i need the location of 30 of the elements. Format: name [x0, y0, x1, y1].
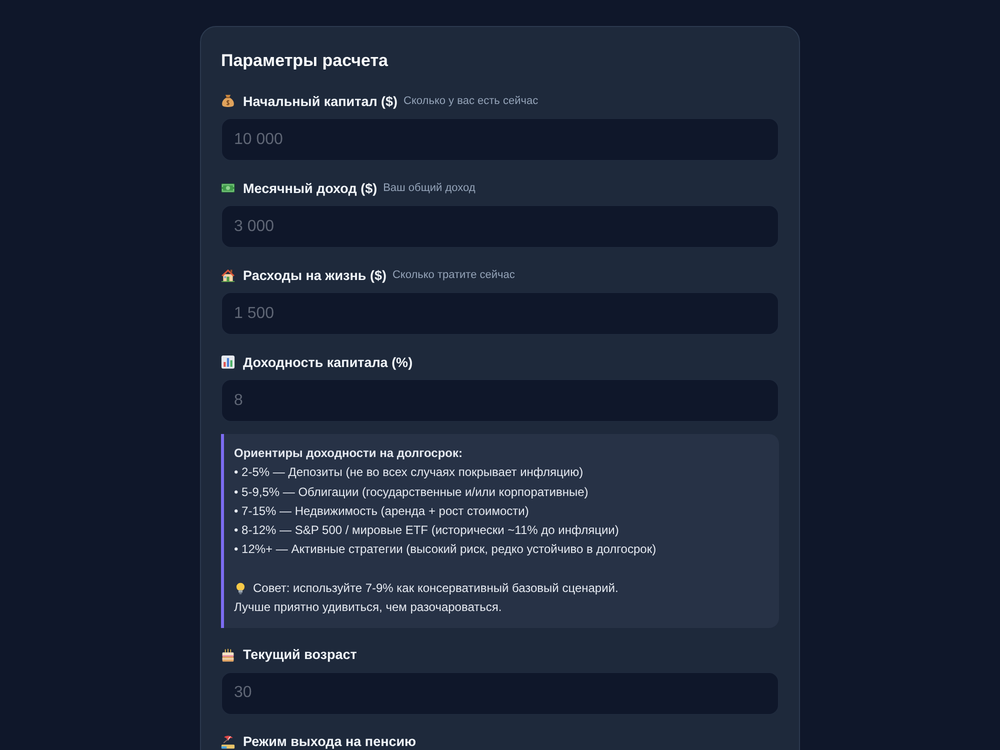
banknote-icon	[221, 181, 235, 195]
input-field[interactable]: 10 000	[221, 118, 779, 161]
beach-umbrella-icon	[221, 734, 235, 749]
field-label: Доходность капитала (%)	[243, 354, 413, 370]
panel-title: Параметры расчета	[221, 50, 390, 72]
input-field[interactable]: 30	[221, 672, 779, 715]
input-field[interactable]: 8	[221, 379, 779, 422]
note-title: Ориентиры доходности на долгосрок:	[234, 445, 462, 462]
bar-chart-icon	[221, 355, 235, 369]
money-bag-icon	[221, 94, 235, 108]
note-line: • 12%+ — Активные стратегии (высокий риск, редко устойчиво в долгосрок)	[234, 541, 656, 558]
house-icon	[221, 268, 235, 282]
field-hint: Сколько у вас есть сейчас	[404, 95, 538, 107]
note-line: • 7-15% — Недвижимость (аренда + рост стоимости)	[234, 502, 529, 520]
cake-icon	[221, 648, 235, 662]
field-label: Режим выхода на пенсию	[243, 734, 416, 750]
lightbulb-icon	[234, 582, 247, 596]
note-line: • 5-9,5% — Облигации (государственные и/или корпоративные)	[234, 484, 588, 501]
input-field[interactable]: 3 000	[221, 205, 779, 248]
tip-text: Лучше приятно удивиться, чем разочароваться.	[234, 599, 502, 616]
note-line: • 2-5% — Депозиты (не во всех случаях покрывает инфляцию)	[234, 464, 584, 482]
field-label: Текущий возраст	[243, 647, 357, 662]
field-label: Расходы на жизнь ($)	[243, 268, 386, 282]
tip-text: Совет: используйте 7-9% как консервативный базовый сценарий.	[253, 580, 618, 598]
field-label: Начальный капитал ($)	[243, 94, 398, 108]
input-field[interactable]: 1 500	[221, 292, 779, 335]
field-hint: Сколько тратите сейчас	[392, 269, 515, 281]
note-line: • 8-12% — S&P 500 / мировые ETF (исторически ~11% до инфляции)	[234, 522, 619, 540]
field-hint: Ваш общий доход	[383, 182, 476, 194]
field-label: Месячный доход ($)	[243, 180, 378, 196]
